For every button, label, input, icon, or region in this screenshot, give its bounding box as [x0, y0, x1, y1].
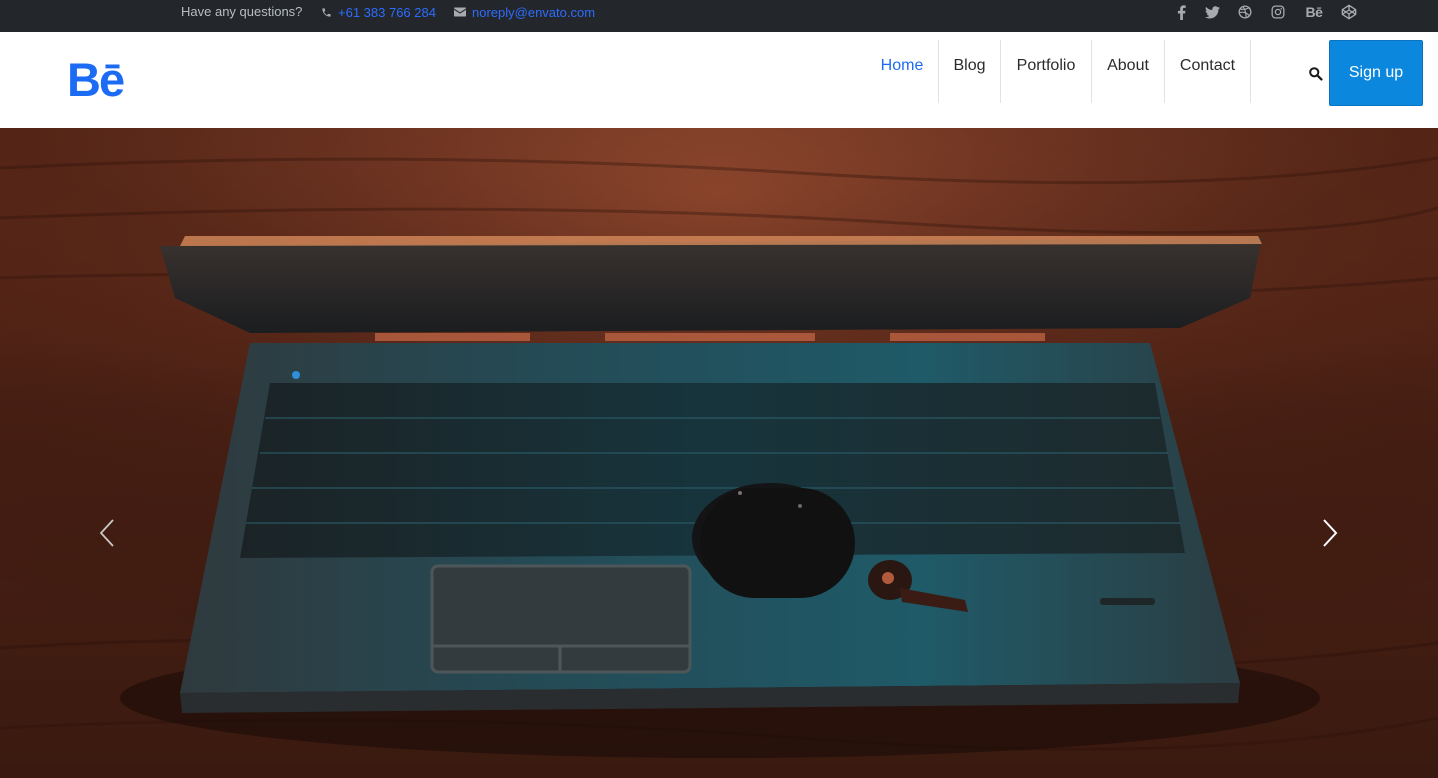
nav-divider	[1250, 40, 1251, 103]
phone-link[interactable]: +61 383 766 284	[321, 0, 436, 24]
nav-blog[interactable]: Blog	[939, 40, 1000, 103]
codepen-icon[interactable]	[1340, 3, 1358, 21]
top-bar: Have any questions? +61 383 766 284 nore…	[0, 0, 1438, 32]
instagram-icon[interactable]	[1269, 3, 1287, 21]
prev-slide-button[interactable]	[92, 513, 122, 553]
chevron-right-icon	[1323, 519, 1338, 547]
chevron-left-icon	[99, 519, 114, 547]
site-header: Bē Home Blog Portfolio About Contact Sig…	[0, 32, 1438, 128]
nav-home[interactable]: Home	[866, 40, 938, 103]
search-icon	[1308, 66, 1323, 81]
phone-number: +61 383 766 284	[338, 4, 436, 20]
questions-text: Have any questions?	[181, 4, 303, 19]
signup-button[interactable]: Sign up	[1329, 40, 1423, 106]
email-link[interactable]: noreply@envato.com	[454, 0, 595, 24]
laptop-with-earbuds-photo	[0, 128, 1438, 778]
next-slide-button[interactable]	[1315, 513, 1345, 553]
nav-portfolio[interactable]: Portfolio	[1001, 40, 1091, 103]
facebook-icon[interactable]	[1172, 3, 1190, 21]
dribbble-icon[interactable]	[1236, 3, 1254, 21]
search-button[interactable]	[1305, 63, 1325, 83]
envelope-icon	[454, 7, 466, 17]
hero-slider	[0, 128, 1438, 778]
phone-icon	[322, 7, 331, 17]
nav-about[interactable]: About	[1092, 40, 1164, 103]
email-address: noreply@envato.com	[472, 4, 596, 20]
nav-contact[interactable]: Contact	[1165, 40, 1250, 103]
behance-icon[interactable]: Bē	[1302, 3, 1326, 21]
twitter-icon[interactable]	[1203, 3, 1221, 21]
behance-logo[interactable]: Bē	[67, 54, 125, 106]
